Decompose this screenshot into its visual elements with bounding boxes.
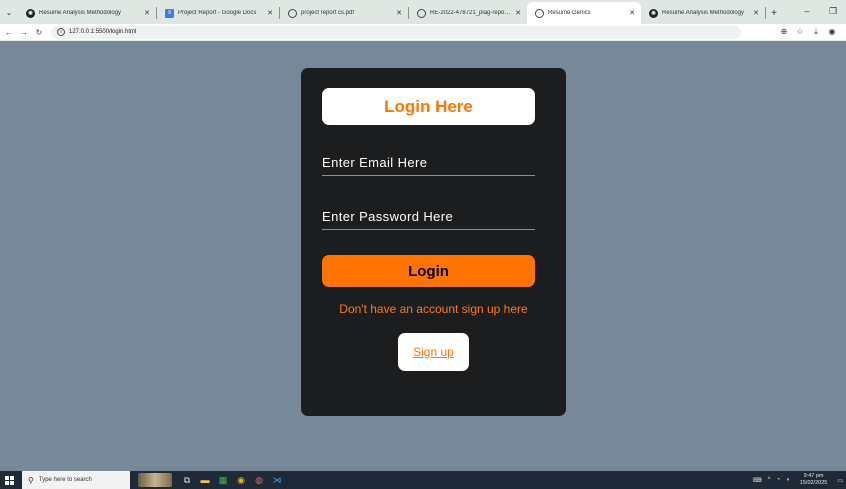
tab-label: Resume Analysis Methodology <box>39 10 122 16</box>
close-icon[interactable]: ✕ <box>396 9 402 17</box>
browser-app-icon[interactable]: ◍ <box>250 471 268 489</box>
forward-arrow-icon[interactable]: → <box>18 28 30 37</box>
pinned-apps: ⧉ ▬ ▦ ◉ ◍ ⋊ <box>178 471 286 489</box>
tab-strip: ✺ Resume Analysis Methodology ✕ ≡ Projec… <box>18 2 782 24</box>
file-explorer-icon[interactable]: ▬ <box>196 471 214 489</box>
tab-plag-report[interactable]: RE-2022-478721_plag-report.p ✕ <box>409 2 527 24</box>
browser-tab-bar: ⌄ ✺ Resume Analysis Methodology ✕ ≡ Proj… <box>0 0 846 24</box>
password-input[interactable] <box>322 204 535 230</box>
login-card: Login Here Login Don't have an account s… <box>301 68 566 416</box>
taskbar-search[interactable]: ⚲ Type here to search <box>22 471 130 489</box>
close-icon[interactable]: ✕ <box>144 9 150 17</box>
close-icon[interactable]: ✕ <box>753 9 759 17</box>
tab-label: project report cs.pdf <box>301 10 355 16</box>
globe-icon <box>288 8 297 18</box>
chevron-up-icon[interactable]: ^ <box>768 477 771 483</box>
signup-link[interactable]: Sign up <box>398 333 469 371</box>
windows-start-icon[interactable] <box>0 475 18 485</box>
vscode-icon[interactable]: ⋊ <box>268 471 286 489</box>
tab-project-report-pdf[interactable]: project report cs.pdf ✕ <box>280 2 408 24</box>
keyboard-icon[interactable]: ⌨ <box>753 477 762 484</box>
site-info-icon[interactable]: i <box>57 28 65 36</box>
toolbar-actions: ⊕ ☆ ⤓ ◉ <box>776 27 840 37</box>
minimize-icon[interactable]: – <box>794 6 820 16</box>
chatgpt-icon: ✺ <box>649 8 658 18</box>
tab-resume-analysis-2[interactable]: ✺ Resume Analysis Methodology ✕ <box>641 2 765 24</box>
os-taskbar: ⚲ Type here to search ⧉ ▬ ▦ ◉ ◍ ⋊ ⌨ ^ ◔ … <box>0 471 846 489</box>
close-icon[interactable]: ✕ <box>515 9 521 17</box>
tab-label: Project Report - Google Docs <box>178 10 257 16</box>
login-title: Login Here <box>322 88 535 125</box>
login-button[interactable]: Login <box>322 255 535 287</box>
close-icon[interactable]: ✕ <box>267 9 273 17</box>
globe-icon <box>535 8 544 18</box>
chatgpt-icon: ✺ <box>26 8 35 18</box>
tab-label: Resume Analysis Methodology <box>662 10 745 16</box>
search-placeholder: Type here to search <box>38 477 92 483</box>
clock[interactable]: 9:47 pm 15/02/2025 <box>797 473 831 487</box>
signup-prompt: Don't have an account sign up here <box>339 302 528 316</box>
bookmark-star-icon[interactable]: ☆ <box>792 27 808 37</box>
volume-icon[interactable]: ◖ <box>786 477 790 483</box>
notification-icon[interactable]: ▭ <box>837 477 843 484</box>
network-icon[interactable]: ◔ <box>777 477 781 483</box>
spreadsheet-app-icon[interactable]: ▦ <box>214 471 232 489</box>
system-tray: ⌨ ^ ◔ ◖ 9:47 pm 15/02/2025 ▭ <box>750 473 846 487</box>
tab-project-report-docs[interactable]: ≡ Project Report - Google Docs ✕ <box>157 2 279 24</box>
tab-resume-genics[interactable]: Resume Genics ✕ <box>527 2 641 24</box>
chrome-icon[interactable]: ◉ <box>232 471 250 489</box>
tab-resume-analysis-1[interactable]: ✺ Resume Analysis Methodology ✕ <box>18 2 156 24</box>
download-icon[interactable]: ⤓ <box>808 27 824 37</box>
browser-toolbar: ← → ↻ i 127.0.0.1:5500/login.html ⊕ ☆ ⤓ … <box>0 24 846 41</box>
page-background: Login Here Login Don't have an account s… <box>0 41 846 471</box>
tab-label: Resume Genics <box>548 10 591 16</box>
reload-icon[interactable]: ↻ <box>33 28 45 37</box>
tab-search-chevron-icon[interactable]: ⌄ <box>0 0 18 24</box>
new-tab-plus-icon[interactable]: + <box>766 2 782 24</box>
tab-label: RE-2022-478721_plag-report.p <box>430 10 512 16</box>
address-bar[interactable]: i 127.0.0.1:5500/login.html <box>51 25 741 39</box>
task-view-icon[interactable]: ⧉ <box>178 471 196 489</box>
profile-avatar-icon[interactable]: ◉ <box>824 27 840 37</box>
docs-icon: ≡ <box>165 8 174 18</box>
maximize-icon[interactable]: ❐ <box>820 6 846 17</box>
close-icon[interactable]: ✕ <box>629 9 635 17</box>
url-text: 127.0.0.1:5500/login.html <box>69 29 137 35</box>
clock-date: 15/02/2025 <box>799 480 828 486</box>
zoom-icon[interactable]: ⊕ <box>776 27 792 37</box>
window-controls: – ❐ <box>794 0 846 22</box>
email-input[interactable] <box>322 150 535 176</box>
search-highlight-image[interactable] <box>138 473 172 487</box>
clock-time: 9:47 pm <box>803 473 824 479</box>
search-icon: ⚲ <box>28 475 34 485</box>
globe-icon <box>417 8 426 18</box>
back-arrow-icon[interactable]: ← <box>3 28 15 37</box>
